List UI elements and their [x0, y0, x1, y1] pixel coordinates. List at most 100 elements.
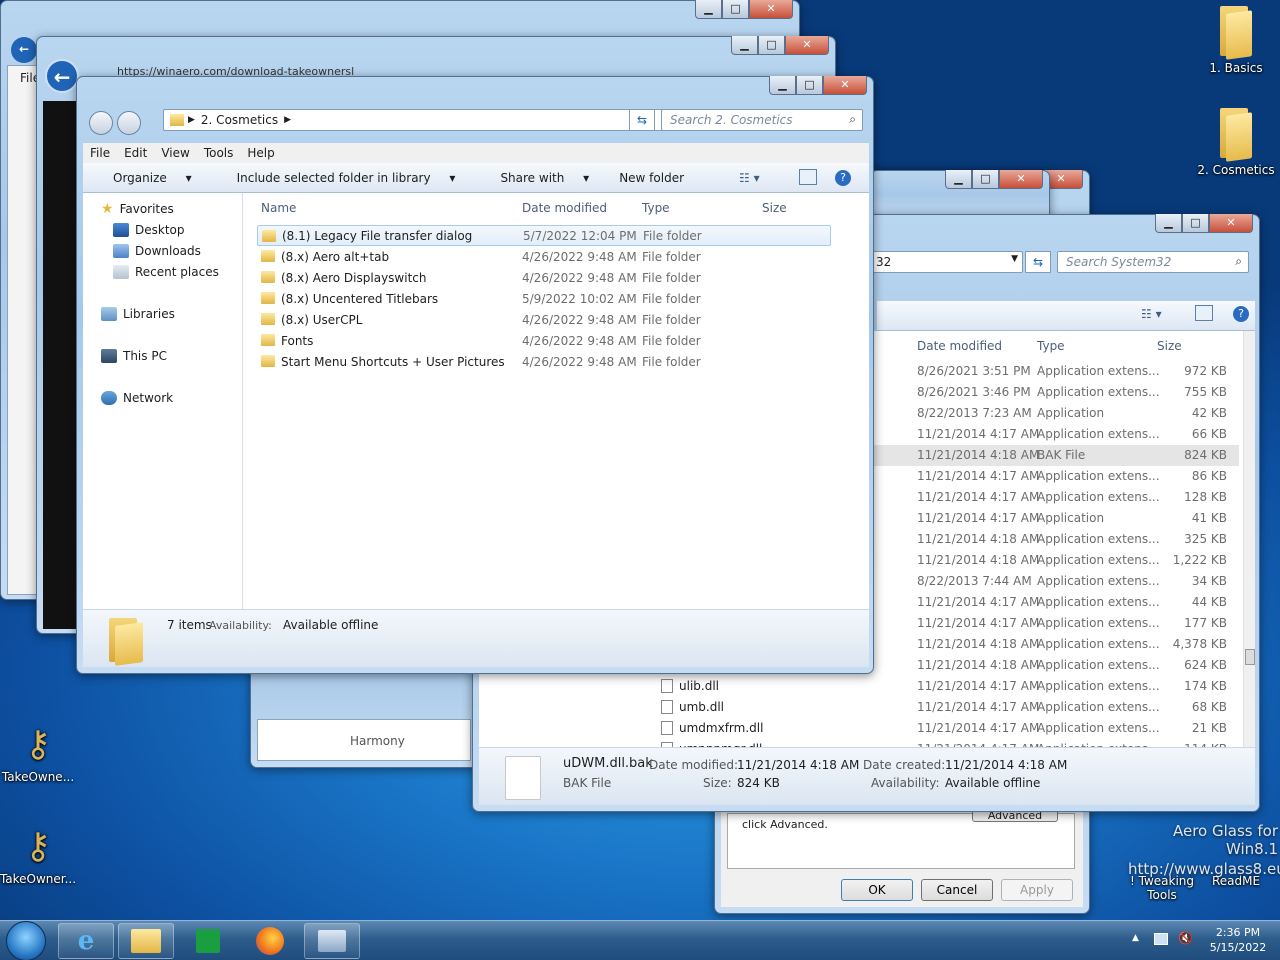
- view-icon[interactable]: ☷ ▾: [1141, 307, 1162, 321]
- column-type[interactable]: Type: [1037, 339, 1065, 353]
- chevron-down-icon[interactable]: ▼: [1011, 254, 1018, 264]
- list-item[interactable]: umpnpmgr.dll11/21/2014 4:17 AMApplicatio…: [479, 739, 1239, 747]
- forward-button[interactable]: [117, 111, 141, 135]
- list-item[interactable]: (8.1) Legacy File transfer dialog 5/7/202…: [257, 225, 831, 246]
- column-name[interactable]: Name: [261, 201, 296, 215]
- folder-icon: [261, 292, 275, 304]
- close-button[interactable]: ✕: [823, 76, 867, 95]
- maximize-button[interactable]: □: [796, 76, 823, 95]
- desktop-icon-cosmetics[interactable]: 2. Cosmetics: [1196, 106, 1276, 177]
- menu-tools[interactable]: Tools: [197, 143, 241, 163]
- close-button[interactable]: ✕: [785, 36, 829, 55]
- back-arrow-icon[interactable]: ←: [11, 37, 37, 63]
- desktop-icon-label: TakeOwne...: [1, 770, 75, 784]
- file-date: 11/21/2014 4:17 AM: [917, 595, 1040, 609]
- refresh-button[interactable]: ⇆: [629, 109, 655, 131]
- maximize-button[interactable]: □: [1182, 214, 1209, 233]
- clock[interactable]: 2:36 PM 5/15/2022: [1200, 925, 1276, 955]
- maximize-button[interactable]: □: [758, 36, 785, 55]
- nav-this-pc[interactable]: This PC: [101, 349, 167, 363]
- taskbar-store[interactable]: [180, 923, 236, 959]
- back-arrow-icon[interactable]: ←: [45, 59, 79, 93]
- list-item[interactable]: Start Menu Shortcuts + User Pictures 4/26…: [257, 351, 831, 372]
- help-icon[interactable]: ?: [835, 170, 851, 186]
- preview-pane-icon[interactable]: [799, 169, 817, 185]
- new-folder-button[interactable]: New folder: [604, 171, 699, 185]
- minimize-button[interactable]: ▁: [1155, 214, 1182, 233]
- column-size[interactable]: Size: [762, 201, 787, 215]
- desktop-icon-label: TakeOwner...: [0, 872, 77, 886]
- network-tray-icon[interactable]: [1154, 933, 1168, 945]
- list-item[interactable]: (8.x) Aero Displayswitch 4/26/2022 9:48 A…: [257, 267, 831, 288]
- nav-favorites[interactable]: ★ Favorites: [101, 201, 174, 217]
- list-item[interactable]: umdmxfrm.dll 11/21/2014 4:17 AM Applicatio…: [479, 718, 1239, 739]
- desktop-icon-takeowner-2[interactable]: ⚷ TakeOwner...: [0, 822, 78, 886]
- view-icon[interactable]: ☷ ▾: [739, 171, 760, 185]
- maximize-button[interactable]: □: [722, 0, 749, 19]
- desktop-icon-tweaking-tools[interactable]: ! Tweaking Tools: [1122, 874, 1202, 902]
- column-date-modified[interactable]: Date modified: [522, 201, 607, 215]
- file-date: 4/26/2022 9:48 AM: [522, 270, 637, 285]
- share-with-button[interactable]: Share with ▾: [470, 171, 604, 185]
- minimize-button[interactable]: ▁: [695, 0, 722, 19]
- nav-downloads[interactable]: Downloads: [113, 244, 201, 258]
- organize-button[interactable]: Organize ▾: [83, 171, 207, 185]
- desktop-icon-basics[interactable]: 1. Basics: [1196, 4, 1276, 75]
- nav-recent-places[interactable]: Recent places: [113, 265, 219, 279]
- include-in-library-button[interactable]: Include selected folder in library ▾: [207, 171, 471, 185]
- minimize-button[interactable]: ▁: [731, 36, 758, 55]
- close-button[interactable]: ✕: [749, 0, 793, 19]
- close-button[interactable]: ✕: [1209, 214, 1253, 233]
- breadcrumb-separator-icon[interactable]: ▶: [188, 115, 195, 125]
- apply-button[interactable]: Apply: [1001, 879, 1073, 901]
- chevron-up-icon[interactable]: ▲: [1132, 933, 1139, 943]
- scrollbar[interactable]: [1243, 331, 1255, 747]
- file-name: (8.x) Uncentered Titlebars: [281, 291, 439, 306]
- breadcrumb-separator-icon[interactable]: ▶: [284, 115, 291, 125]
- volume-muted-icon[interactable]: 🔇: [1178, 931, 1193, 945]
- file-size: 1,222 KB: [1172, 553, 1227, 567]
- taskbar-explorer[interactable]: [118, 923, 174, 959]
- address-bar[interactable]: 32 ▼: [871, 251, 1023, 273]
- taskbar-firefox[interactable]: [242, 923, 298, 959]
- list-item[interactable]: (8.x) Uncentered Titlebars 5/9/2022 10:02…: [257, 288, 831, 309]
- menu-view[interactable]: View: [154, 143, 196, 163]
- list-item[interactable]: (8.x) Aero alt+tab 4/26/2022 9:48 AM File …: [257, 246, 831, 267]
- list-item[interactable]: Fonts 4/26/2022 9:48 AM File folder: [257, 330, 831, 351]
- refresh-button[interactable]: ⇆: [1025, 251, 1051, 273]
- menu-help[interactable]: Help: [240, 143, 281, 163]
- column-type[interactable]: Type: [642, 201, 670, 215]
- scrollbar-thumb[interactable]: [1245, 649, 1255, 665]
- menu-edit[interactable]: Edit: [117, 143, 154, 163]
- taskbar-ie[interactable]: e: [58, 923, 114, 959]
- minimize-button[interactable]: ▁: [769, 76, 796, 95]
- cancel-button[interactable]: Cancel: [921, 879, 993, 901]
- column-size[interactable]: Size: [1157, 339, 1182, 353]
- nav-libraries[interactable]: Libraries: [101, 307, 175, 321]
- list-item[interactable]: umb.dll 11/21/2014 4:17 AM Application ext…: [479, 697, 1239, 718]
- search-input[interactable]: Search System32 ⌕: [1057, 251, 1249, 273]
- nav-desktop[interactable]: Desktop: [113, 223, 185, 237]
- ok-button[interactable]: OK: [841, 879, 913, 901]
- menu-file[interactable]: File: [83, 143, 117, 163]
- column-date-modified[interactable]: Date modified: [917, 339, 1002, 353]
- desktop-icon-label: 2. Cosmetics: [1197, 163, 1275, 177]
- list-item[interactable]: (8.x) UserCPL 4/26/2022 9:48 AM File folde…: [257, 309, 831, 330]
- desktop-icon-takeowner-1[interactable]: ⚷ TakeOwne...: [0, 720, 78, 784]
- start-button[interactable]: [6, 921, 46, 960]
- minimize-button[interactable]: ▁: [945, 170, 972, 189]
- cosmetics-explorer-window[interactable]: ▁□✕ ▶ 2. Cosmetics ▶ ▼ ⇆ Search 2. Cosme…: [76, 76, 874, 674]
- file-type: File folder: [642, 270, 701, 285]
- harmony-label: Harmony: [350, 734, 405, 748]
- preview-pane-icon[interactable]: [1195, 305, 1213, 321]
- breadcrumb-cosmetics[interactable]: 2. Cosmetics: [201, 113, 278, 127]
- maximize-button[interactable]: □: [972, 170, 999, 189]
- search-input[interactable]: Search 2. Cosmetics ⌕: [661, 109, 863, 131]
- back-button[interactable]: [89, 111, 113, 135]
- nav-network[interactable]: Network: [101, 391, 173, 405]
- taskbar-control-panel[interactable]: [304, 923, 360, 959]
- file-size: 174 KB: [1184, 679, 1227, 693]
- close-button[interactable]: ✕: [999, 170, 1043, 189]
- list-item[interactable]: ulib.dll 11/21/2014 4:17 AM Application ex…: [479, 676, 1239, 697]
- help-icon[interactable]: ?: [1233, 306, 1249, 322]
